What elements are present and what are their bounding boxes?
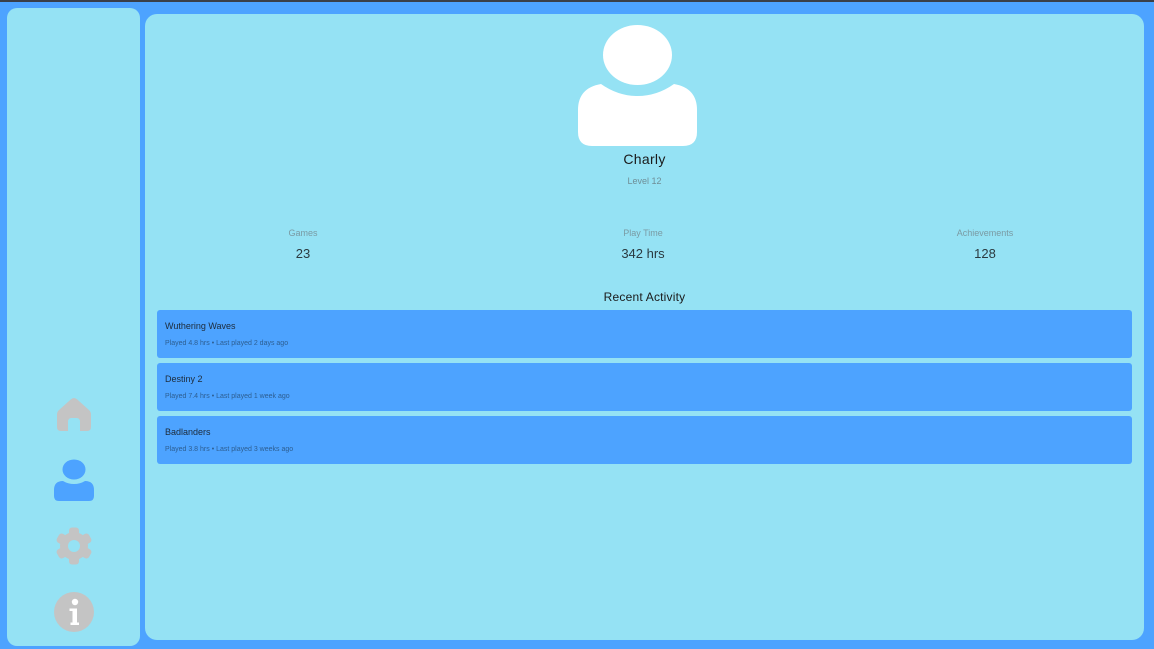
activity-item[interactable]: Badlanders Played 3.8 hrs • Last played … [157,416,1132,464]
stat-value: 128 [974,246,996,261]
stat-play-time: Play Time 342 hrs [563,228,723,261]
stat-label: Achievements [956,228,1014,238]
sidebar-item-settings[interactable] [7,518,140,574]
stat-value: 342 hrs [621,246,665,261]
stat-games: Games 23 [223,228,383,261]
profile-name: Charly [623,151,666,167]
activity-game-title: Wuthering Waves [165,321,236,331]
user-icon [53,459,94,501]
activity-meta: Played 3.8 hrs • Last played 3 weeks ago [165,446,294,453]
avatar-icon [578,25,697,146]
recent-activity-list: Wuthering Waves Played 4.8 hrs • Last pl… [157,310,1132,469]
activity-item[interactable]: Destiny 2 Played 7.4 hrs • Last played 1… [157,363,1132,411]
window-top-border [0,0,1154,2]
sidebar-item-home[interactable] [7,386,140,442]
gear-icon [56,527,91,565]
stat-achievements: Achievements 128 [905,228,1065,261]
recent-activity-heading: Recent Activity [603,290,686,304]
sidebar-item-info[interactable] [7,584,140,640]
sidebar-item-profile[interactable] [7,452,140,508]
activity-game-title: Badlanders [165,427,211,437]
activity-game-title: Destiny 2 [165,374,203,384]
stat-value: 23 [295,246,311,261]
activity-item[interactable]: Wuthering Waves Played 4.8 hrs • Last pl… [157,310,1132,358]
activity-meta: Played 7.4 hrs • Last played 1 week ago [165,393,290,400]
profile-level: Level 12 [627,176,662,186]
stat-label: Games [288,228,318,238]
home-icon [56,398,91,431]
sidebar [7,8,140,646]
info-icon [53,592,94,632]
activity-meta: Played 4.8 hrs • Last played 2 days ago [165,340,289,347]
stat-label: Play Time [623,228,663,238]
profile-panel: Charly Level 12 Games 23 Play Time 342 h… [145,14,1144,640]
